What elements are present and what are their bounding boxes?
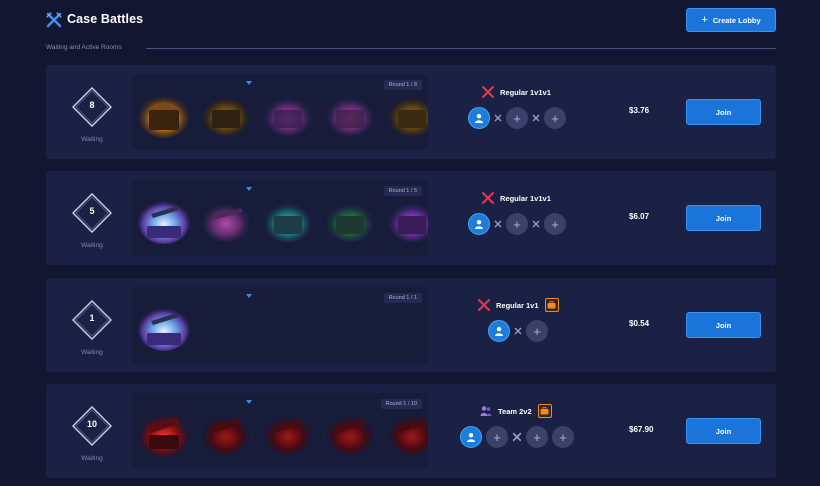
join-slot-button[interactable]: + [552, 426, 574, 448]
player-slots: + [488, 320, 548, 342]
case-image [388, 415, 428, 455]
mode-label: Team 2v2 [498, 406, 532, 416]
join-slot-button[interactable]: + [506, 213, 528, 235]
join-button[interactable]: Join [686, 312, 761, 338]
room-status: Waiting [81, 455, 103, 462]
vs-icon [514, 327, 522, 335]
case-image [326, 415, 374, 455]
join-slot-button[interactable]: + [526, 426, 548, 448]
case-image [138, 94, 190, 138]
case-count-diamond: 8 [72, 87, 112, 127]
mode-label-group: Regular 1v1v1 [482, 85, 551, 99]
case-count-diamond: 10 [72, 406, 112, 446]
join-button[interactable]: Join [686, 418, 761, 444]
case-strip: Round 1 / 5 [132, 180, 428, 256]
create-lobby-label: Create Lobby [712, 15, 761, 25]
mode-label-group: Regular 1v1v1 [482, 191, 551, 205]
case-image [264, 202, 312, 242]
mode-label-group: Team 2v2 [480, 404, 552, 418]
pointer-icon [246, 187, 252, 191]
case-image [202, 96, 250, 136]
join-slot-button[interactable]: + [486, 426, 508, 448]
user-icon [475, 114, 483, 123]
player-avatar[interactable] [460, 426, 482, 448]
case-count-diamond: 1 [72, 300, 112, 340]
crossed-swords-icon [482, 192, 494, 204]
vs-icon [494, 220, 502, 228]
room-status: Waiting [81, 136, 103, 143]
room-card: 1 Waiting Round 1 / 1 Regular 1v1 + $0.5… [46, 278, 776, 372]
room-card: 8 Waiting Round 1 / 8 Regular 1v1v1 + + … [46, 65, 776, 159]
player-avatar[interactable] [468, 213, 490, 235]
join-slot-button[interactable]: + [506, 107, 528, 129]
user-icon [495, 327, 503, 336]
case-strip: Round 1 / 10 [132, 393, 428, 469]
pointer-icon [246, 81, 252, 85]
mode-label: Regular 1v1 [496, 300, 539, 310]
case-count: 8 [89, 100, 95, 110]
case-badge-icon [544, 298, 559, 312]
battle-price: $0.54 [629, 319, 650, 328]
page-header: Case Battles + Create Lobby [46, 8, 776, 38]
case-strip: Round 1 / 8 [132, 74, 428, 150]
player-slots: + + [468, 107, 566, 129]
case-image [388, 202, 428, 242]
player-avatar[interactable] [488, 320, 510, 342]
case-count: 10 [86, 419, 97, 429]
case-image [138, 307, 190, 351]
mode-label: Regular 1v1v1 [500, 87, 551, 97]
create-lobby-button[interactable]: + Create Lobby [686, 8, 776, 32]
battle-price: $3.76 [629, 106, 650, 115]
page-title: Case Battles [67, 12, 144, 26]
player-slots: + + + [460, 426, 574, 448]
pointer-icon [246, 294, 252, 298]
case-strip: Round 1 / 1 [132, 287, 428, 363]
player-slots: + + [468, 213, 566, 235]
room-status: Waiting [81, 349, 103, 356]
battle-price: $67.90 [629, 425, 654, 434]
section-divider [146, 48, 776, 49]
case-image [138, 200, 190, 244]
case-image [202, 202, 250, 242]
case-image [264, 96, 312, 136]
vs-icon [532, 220, 540, 228]
case-badge-icon [537, 404, 552, 418]
case-count-diamond: 5 [72, 193, 112, 233]
pointer-icon [246, 400, 252, 404]
case-image [264, 415, 312, 455]
case-image [138, 413, 190, 457]
crossed-swords-icon [478, 299, 490, 311]
case-image [326, 202, 374, 242]
crossed-swords-icon [482, 86, 494, 98]
user-icon [467, 433, 475, 442]
join-slot-button[interactable]: + [544, 107, 566, 129]
vs-icon [512, 432, 522, 442]
join-button[interactable]: Join [686, 205, 761, 231]
vs-icon [494, 114, 502, 122]
room-card: 10 Waiting Round 1 / 10 Team 2v2 + + + $… [46, 384, 776, 478]
section-label: Waiting and Active Rooms [46, 44, 122, 51]
user-icon [475, 220, 483, 229]
join-slot-button[interactable]: + [544, 213, 566, 235]
team-icon [480, 406, 492, 416]
plus-icon: + [701, 13, 708, 26]
vs-icon [532, 114, 540, 122]
case-battles-logo-icon [46, 12, 62, 28]
case-count: 5 [89, 206, 95, 216]
case-image [326, 96, 374, 136]
case-image [202, 415, 250, 455]
mode-label-group: Regular 1v1 [478, 298, 559, 312]
player-avatar[interactable] [468, 107, 490, 129]
room-card: 5 Waiting Round 1 / 5 Regular 1v1v1 + + … [46, 171, 776, 265]
round-badge: Round 1 / 1 [383, 293, 422, 303]
join-button[interactable]: Join [686, 99, 761, 125]
battle-price: $6.07 [629, 212, 650, 221]
case-image [388, 96, 428, 136]
mode-label: Regular 1v1v1 [500, 193, 551, 203]
case-count: 1 [89, 313, 95, 323]
join-slot-button[interactable]: + [526, 320, 548, 342]
room-status: Waiting [81, 242, 103, 249]
